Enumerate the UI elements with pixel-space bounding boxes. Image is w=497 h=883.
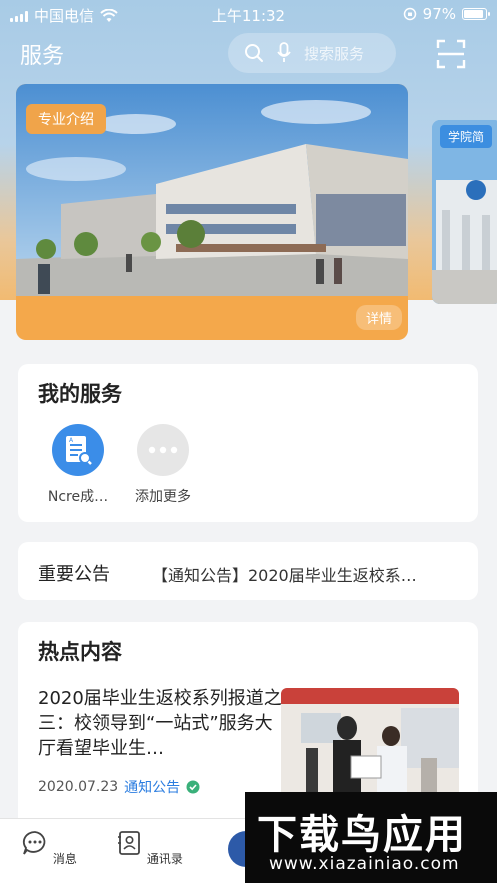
status-bar: 中国电信 上午11:32 97% [0, 0, 497, 28]
tab-contacts[interactable]: 通讯录 [114, 829, 184, 867]
document-icon: A [52, 424, 104, 476]
search-icon [245, 44, 263, 62]
page-title: 服务 [20, 44, 65, 69]
rotation-lock-icon [403, 7, 416, 21]
article-date: 2020.07.23 [38, 779, 119, 795]
watermark-url: www.xiazainiao.com [269, 854, 460, 874]
search-input[interactable]: 搜索服务 [228, 33, 396, 73]
article-thumbnail[interactable] [281, 688, 459, 806]
service-label: 添加更多 [135, 489, 191, 505]
battery-percent: 97% [422, 5, 456, 23]
banner-detail-button[interactable]: 详情 [355, 305, 402, 330]
tab-label: 消息 [52, 852, 77, 866]
my-services-title: 我的服务 [38, 382, 122, 406]
service-label: Ncre成… [47, 489, 109, 505]
watermark-brand: 下载鸟应用 [257, 812, 467, 858]
graduates-photo [281, 688, 459, 806]
battery-icon [462, 8, 490, 20]
more-icon [137, 424, 189, 476]
next-banner-tag: 学院简 [440, 125, 493, 148]
watermark: 下载鸟应用 www.xiazainiao.com [245, 792, 497, 883]
verified-icon [186, 780, 200, 794]
article-meta: 2020.07.23 通知公告 [38, 777, 200, 797]
tab-label: 通讯录 [146, 852, 183, 866]
microphone-icon[interactable] [276, 42, 292, 64]
tab-messages[interactable]: 消息 [14, 829, 84, 867]
hot-content-title: 热点内容 [38, 640, 122, 664]
contacts-icon [118, 831, 140, 855]
my-services-card: 我的服务 A Ncre成… 添加更多 [18, 364, 478, 522]
notice-label: 重要公告 [38, 564, 110, 585]
article-title[interactable]: 2020届毕业生返校系列报道之三：校领导到“一站式”服务大厅看望毕业生… [38, 686, 283, 761]
search-placeholder: 搜索服务 [304, 44, 365, 63]
notice-card[interactable]: 重要公告 【通知公告】2020届毕业生返校系… [18, 542, 478, 600]
message-icon [23, 831, 46, 855]
featured-banner[interactable]: 专业介绍 详情 [16, 84, 408, 340]
notice-text[interactable]: 【通知公告】2020届毕业生返校系… [152, 562, 464, 586]
service-add-more[interactable]: 添加更多 [123, 424, 203, 506]
next-banner[interactable]: 学院简 [432, 120, 497, 304]
scan-icon[interactable] [436, 39, 466, 69]
article-category[interactable]: 通知公告 [124, 777, 180, 797]
service-ncre[interactable]: A Ncre成… [38, 424, 118, 506]
banner-tag: 专业介绍 [26, 104, 106, 134]
